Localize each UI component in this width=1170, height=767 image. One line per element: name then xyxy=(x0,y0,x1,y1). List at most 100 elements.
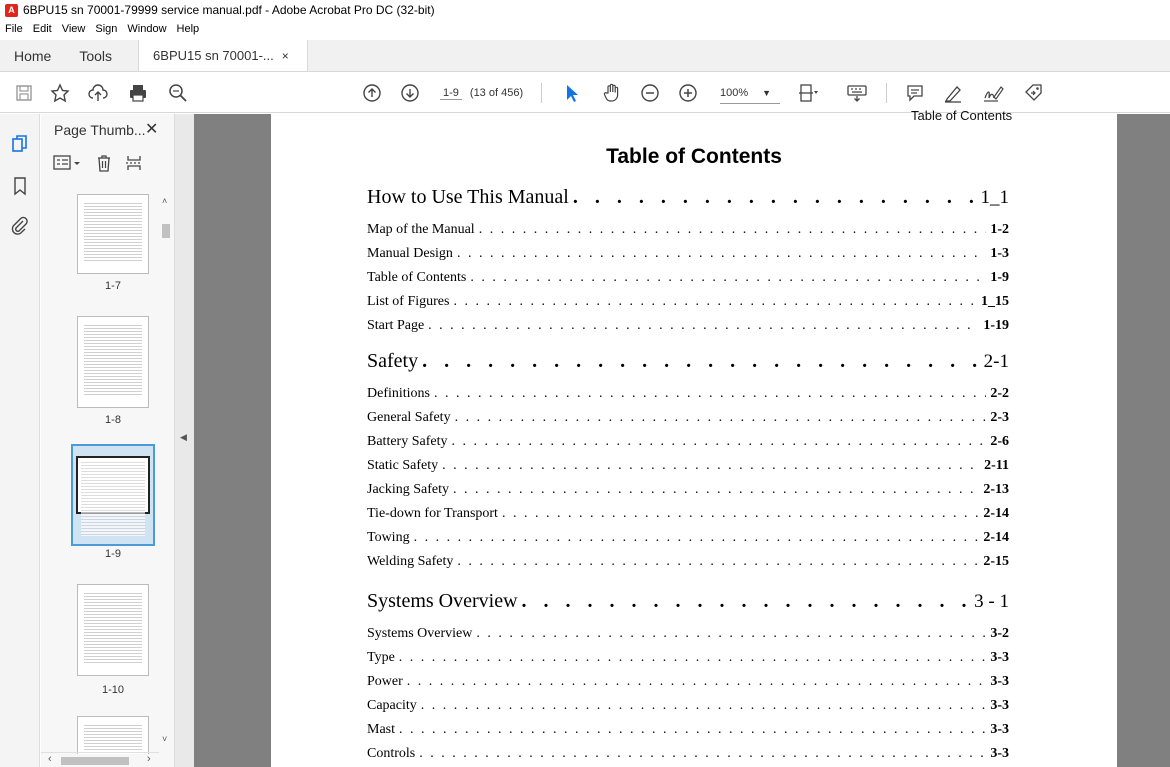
toc-entry-label: Systems Overview xyxy=(367,626,473,641)
toc-entry-label: List of Figures xyxy=(367,294,450,309)
toc-entry-page: 2-1 xyxy=(983,351,1009,372)
panel-splitter[interactable]: ◀ xyxy=(175,114,194,767)
toc-entry[interactable]: General Safety 2-3 xyxy=(367,410,1009,426)
toc-entry[interactable]: Manual Design 1-3 xyxy=(367,246,1009,262)
menu-window[interactable]: Window xyxy=(122,23,171,35)
menu-file[interactable]: File xyxy=(0,23,28,35)
title-bar: A 6BPU15 sn 70001-79999 service manual.p… xyxy=(0,0,1170,20)
toc-entry-page: 2-14 xyxy=(983,530,1009,545)
upload-cloud-icon[interactable] xyxy=(86,81,110,105)
thumbnail-page[interactable] xyxy=(77,316,149,408)
toc-chapter-entry[interactable]: How to Use This Manual 1_1 xyxy=(367,186,1009,209)
chevron-left-icon[interactable]: ‹ xyxy=(48,753,52,765)
scrollbar-thumb[interactable] xyxy=(162,224,170,238)
toc-entry-label: Map of the Manual xyxy=(367,222,475,237)
share-tag-icon[interactable] xyxy=(1021,81,1045,105)
keyboard-icon[interactable] xyxy=(845,81,869,105)
close-panel-icon[interactable]: ✕ xyxy=(145,119,158,139)
toc-entry[interactable]: Systems Overview 3-2 xyxy=(367,626,1009,642)
toc-entry[interactable]: Static Safety 2-11 xyxy=(367,458,1009,474)
collapse-panel-icon[interactable]: ◀ xyxy=(180,432,187,443)
zoom-out-icon[interactable] xyxy=(638,81,662,105)
tab-document[interactable]: 6BPU15 sn 70001-... × xyxy=(138,40,309,71)
toc-entry-page: 1-3 xyxy=(990,246,1009,261)
toc-leader-dots xyxy=(522,590,971,613)
toc-entry[interactable]: Start Page 1-19 xyxy=(367,318,1009,334)
sign-icon[interactable] xyxy=(981,81,1005,105)
delete-icon[interactable] xyxy=(95,154,113,177)
highlight-pen-icon[interactable] xyxy=(941,81,965,105)
next-page-icon[interactable] xyxy=(398,81,422,105)
toc-entry[interactable]: Definitions 2-2 xyxy=(367,386,1009,402)
thumbnail-page-selected[interactable] xyxy=(71,444,155,546)
toc-leader-dots xyxy=(419,746,986,762)
thumbnail-horizontal-scrollbar[interactable]: ‹ › xyxy=(41,752,159,767)
search-icon[interactable] xyxy=(166,81,190,105)
menu-view[interactable]: View xyxy=(57,23,91,35)
chevron-down-icon[interactable]: ˅ xyxy=(162,734,167,744)
fit-page-icon[interactable] xyxy=(796,81,820,105)
toc-entry-label: Battery Safety xyxy=(367,434,448,449)
scrollbar-thumb[interactable] xyxy=(61,757,129,765)
tab-tools[interactable]: Tools xyxy=(65,40,126,71)
toc-entry[interactable]: List of Figures 1_15 xyxy=(367,294,1009,310)
thumbnail-page[interactable] xyxy=(77,194,149,274)
toc-chapter-entry[interactable]: Systems Overview 3 - 1 xyxy=(367,590,1009,613)
insert-page-icon[interactable] xyxy=(125,154,143,177)
toc-entry[interactable]: Capacity 3-3 xyxy=(367,698,1009,714)
previous-page-icon[interactable] xyxy=(360,81,384,105)
bookmark-icon[interactable] xyxy=(8,174,32,198)
thumbnail-preview xyxy=(84,201,142,263)
toc-chapter-entry[interactable]: Safety 2-1 xyxy=(367,350,1009,373)
page-number-input[interactable]: 1-9 xyxy=(440,87,462,100)
thumbnail-page[interactable] xyxy=(77,716,149,754)
print-icon[interactable] xyxy=(126,81,150,105)
toc-entry-label: Safety xyxy=(367,350,419,372)
menu-sign[interactable]: Sign xyxy=(90,23,122,35)
thumbnail-options-icon[interactable] xyxy=(53,154,83,177)
toc-entry[interactable]: Map of the Manual 1-2 xyxy=(367,222,1009,238)
toc-entry-label: Systems Overview xyxy=(367,590,518,612)
attachment-icon[interactable] xyxy=(8,214,32,238)
toc-entry[interactable]: Mast 3-3 xyxy=(367,722,1009,738)
chevron-up-icon[interactable]: ˄ xyxy=(162,196,167,206)
thumbnail-vertical-scrollbar[interactable]: ˄ ˅ xyxy=(159,194,173,754)
toc-entry-label: Static Safety xyxy=(367,458,439,473)
tab-home[interactable]: Home xyxy=(0,40,65,71)
toc-entry-label: Capacity xyxy=(367,698,417,713)
document-view[interactable]: Table of Contents Table of Contents How … xyxy=(194,108,1170,767)
toc-leader-dots xyxy=(399,722,986,738)
toc-entry[interactable]: Battery Safety 2-6 xyxy=(367,434,1009,450)
toc-entry-label: Definitions xyxy=(367,386,430,401)
toc-entry[interactable]: Table of Contents 1-9 xyxy=(367,270,1009,286)
toc-leader-dots xyxy=(407,674,987,690)
zoom-dropdown[interactable]: 100% ▼ xyxy=(720,82,780,104)
comment-icon[interactable] xyxy=(903,81,927,105)
toc-entry-label: General Safety xyxy=(367,410,451,425)
toc-entry[interactable]: Jacking Safety 2-13 xyxy=(367,482,1009,498)
toc-leader-dots xyxy=(451,434,986,450)
toc-entry[interactable]: Power 3-3 xyxy=(367,674,1009,690)
tab-bar: Home Tools 6BPU15 sn 70001-... × xyxy=(0,40,1170,72)
thumbnail-page[interactable] xyxy=(77,584,149,676)
toc-entry[interactable]: Controls 3-3 xyxy=(367,746,1009,762)
star-icon[interactable] xyxy=(48,81,72,105)
save-icon[interactable] xyxy=(12,81,36,105)
chevron-down-icon: ▼ xyxy=(762,87,772,98)
hand-tool-icon[interactable] xyxy=(600,81,624,105)
tab-close-icon[interactable]: × xyxy=(282,49,289,63)
chevron-right-icon[interactable]: › xyxy=(147,753,151,765)
toc-entry[interactable]: Welding Safety 2-15 xyxy=(367,554,1009,570)
select-cursor-icon[interactable] xyxy=(560,81,584,105)
menu-edit[interactable]: Edit xyxy=(28,23,57,35)
menu-bar: File Edit View Sign Window Help xyxy=(0,20,1170,37)
zoom-in-icon[interactable] xyxy=(676,81,700,105)
toc-entry[interactable]: Type 3-3 xyxy=(367,650,1009,666)
menu-help[interactable]: Help xyxy=(172,23,205,35)
toc-entry-page: 3-2 xyxy=(990,626,1009,641)
toc-leader-dots xyxy=(453,294,977,310)
toc-entry-page: 1_15 xyxy=(981,294,1009,309)
page-thumbnails-icon[interactable] xyxy=(8,132,32,156)
toc-entry[interactable]: Towing 2-14 xyxy=(367,530,1009,546)
toc-entry[interactable]: Tie-down for Transport 2-14 xyxy=(367,506,1009,522)
